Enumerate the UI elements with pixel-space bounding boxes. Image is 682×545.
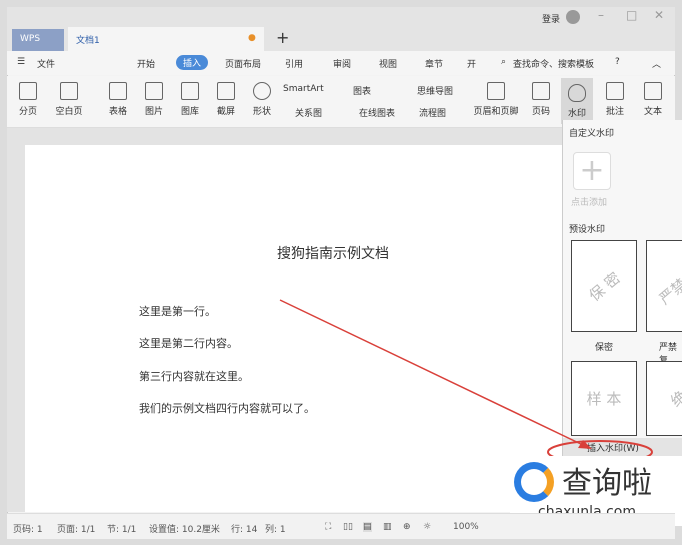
status-section: 节: 1/1 bbox=[107, 525, 137, 535]
outline-view-icon[interactable]: ▥ bbox=[383, 522, 392, 532]
red-arrow bbox=[279, 299, 586, 447]
logo-q-icon bbox=[514, 462, 554, 502]
status-bar: 页码: 1 页面: 1/1 节: 1/1 设置值: 10.2厘米 行: 14 列… bbox=[7, 513, 675, 539]
status-pages: 页面: 1/1 bbox=[57, 525, 96, 535]
zoom-level[interactable]: 100% bbox=[453, 522, 479, 532]
fullscreen-icon[interactable]: ⛶ bbox=[325, 522, 331, 532]
status-page: 页码: 1 bbox=[13, 525, 43, 535]
web-view-icon[interactable]: ⊕ bbox=[403, 522, 411, 532]
status-col: 列: 1 bbox=[265, 525, 286, 535]
eye-protect-icon[interactable]: ☼ bbox=[423, 522, 431, 532]
page-view-icon[interactable]: ▤ bbox=[363, 522, 372, 532]
read-mode-icon[interactable]: ▯▯ bbox=[343, 522, 353, 532]
status-row: 行: 14 bbox=[231, 525, 258, 535]
status-setting: 设置值: 10.2厘米 bbox=[149, 525, 220, 535]
logo-text: 查询啦 bbox=[562, 466, 652, 501]
